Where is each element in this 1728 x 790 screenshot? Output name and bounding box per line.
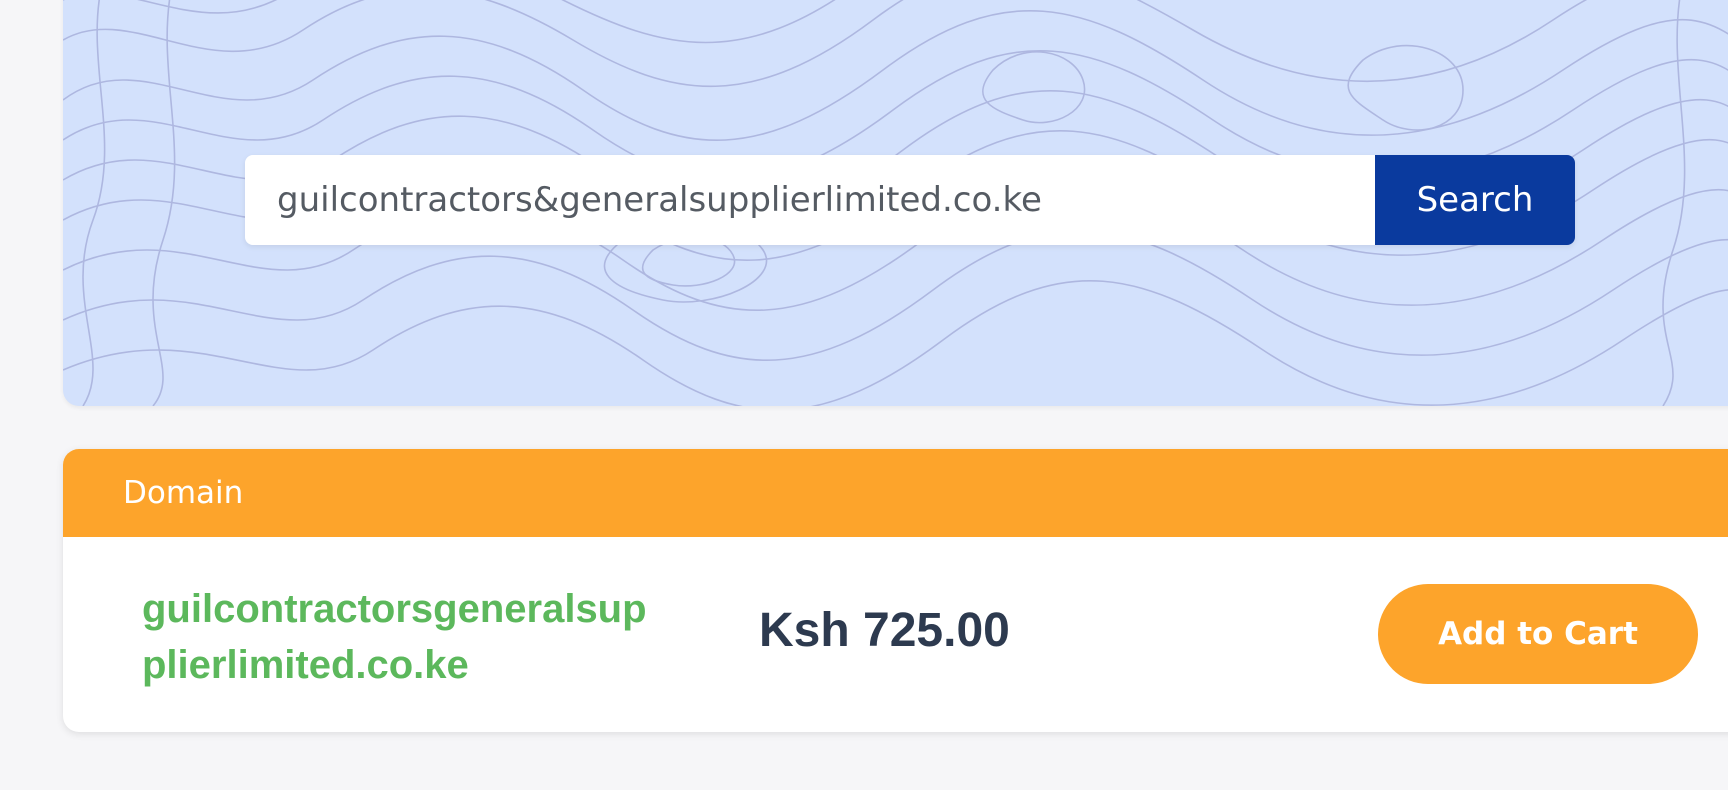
domain-search-bar: Search (245, 155, 1575, 245)
domain-price: Ksh 725.00 (759, 604, 1010, 657)
domain-result-card: Domain guilcontractorsgeneralsupplierlim… (63, 449, 1728, 732)
card-header: Domain (63, 449, 1728, 537)
domain-search-input[interactable] (245, 155, 1375, 245)
search-hero: Search (63, 0, 1728, 406)
add-to-cart-button[interactable]: Add to Cart (1378, 584, 1698, 684)
search-button[interactable]: Search (1375, 155, 1575, 245)
domain-header-label: Domain (123, 475, 244, 511)
domain-name: guilcontractorsgeneralsupplierlimited.co… (142, 587, 647, 687)
domain-result-row: guilcontractorsgeneralsupplierlimited.co… (63, 537, 1728, 732)
